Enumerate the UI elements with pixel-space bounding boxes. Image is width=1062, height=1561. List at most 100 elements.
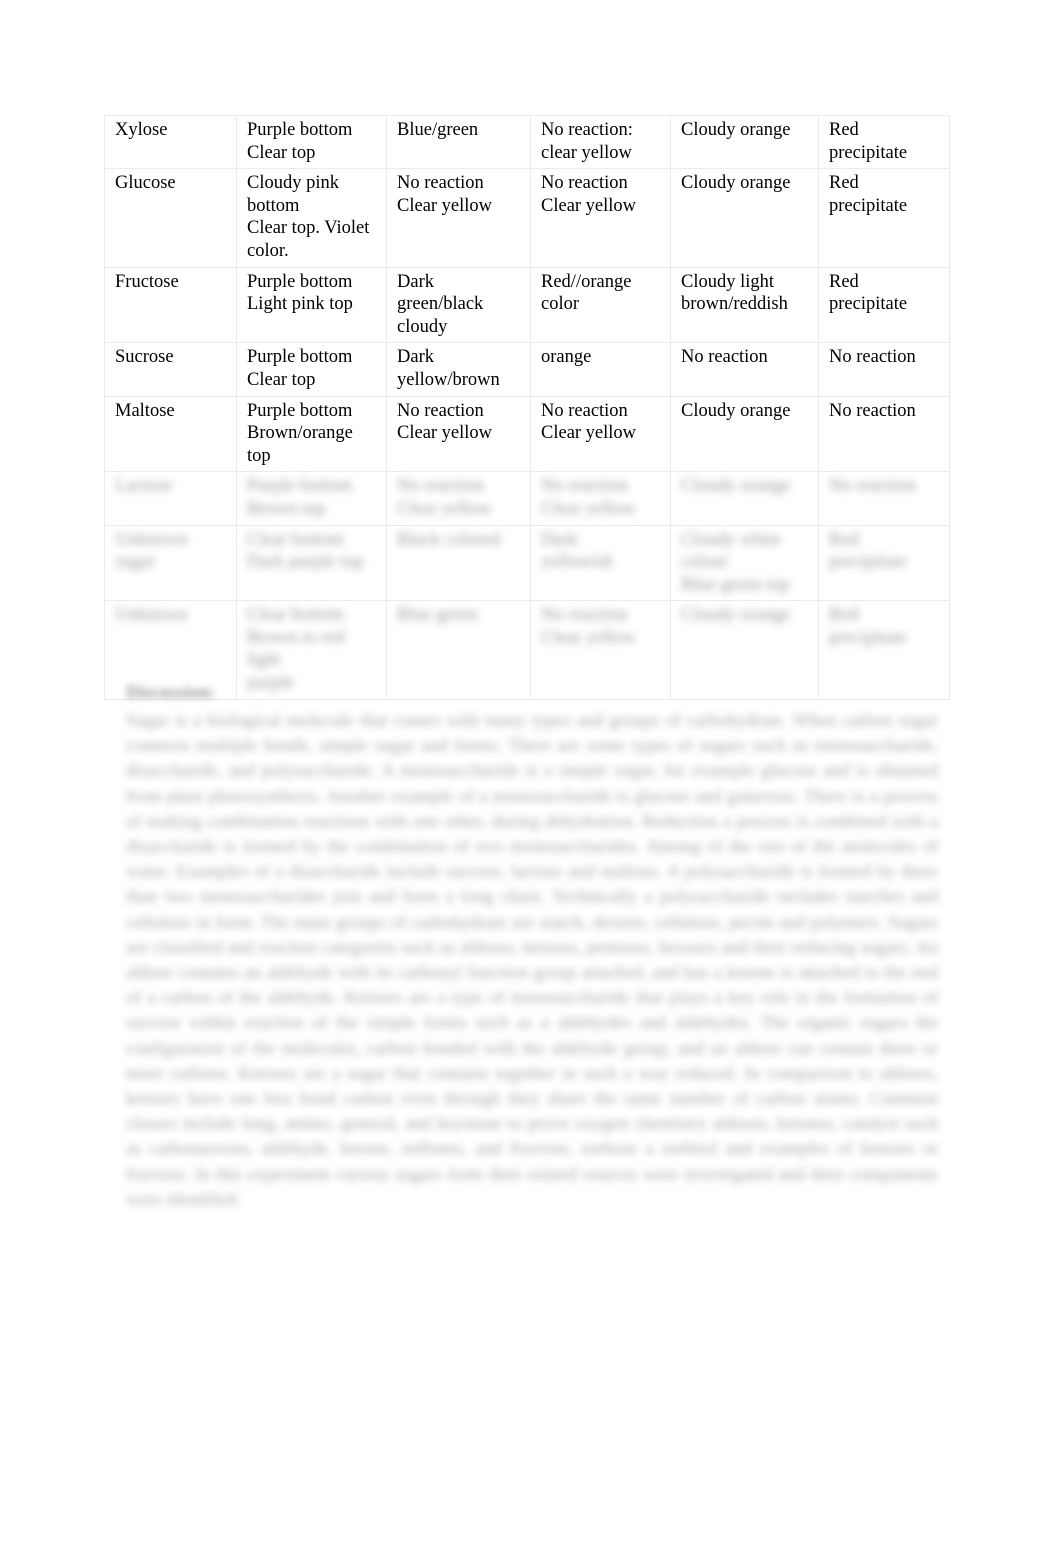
- table-cell-result: No reaction Clear yellow: [386, 471, 531, 526]
- cell-line: color: [541, 294, 580, 315]
- cell-line: Purple bottom: [247, 347, 353, 368]
- table-cell-result: Purple bottom Light pink top: [236, 266, 387, 344]
- cell-line: precipitate: [829, 627, 908, 648]
- table-cell-result: Dark green/black cloudy: [386, 266, 531, 344]
- cell-line: No reaction: [397, 400, 484, 421]
- cell-line: Clear yellow: [541, 195, 637, 216]
- cell-line: Xylose: [115, 120, 168, 140]
- table-cell-result: No reaction: [818, 342, 950, 397]
- table-cell-result: No reaction Clear yellow: [530, 168, 671, 268]
- cell-line: Clear yellow: [397, 195, 493, 216]
- cell-line: Light pink top: [247, 294, 353, 315]
- cell-line: precipitate: [829, 552, 908, 573]
- table-cell-result: Purple bottom Clear top: [236, 114, 387, 170]
- cell-line: No reaction: [681, 347, 768, 368]
- table-cell-result: Blue/green: [386, 114, 531, 170]
- table-cell-result: orange: [530, 342, 671, 397]
- table-cell-result: Red//orange color: [530, 266, 671, 344]
- cell-line: Dark: [541, 529, 578, 550]
- table-cell-result: Cloudy orange: [670, 114, 819, 170]
- table-cell-sugar-name: Lactose: [104, 471, 237, 526]
- cell-line: Cloudy orange: [681, 400, 791, 421]
- cell-line: Red: [829, 605, 859, 626]
- discussion-body-text: Sugar is a biological molecule that come…: [126, 710, 938, 1209]
- cell-line: Cloudy orange: [681, 120, 791, 140]
- cell-line: Red//orange: [541, 271, 632, 292]
- cell-line: No reaction: [829, 347, 916, 368]
- table-row: Sucrose Purple bottom Clear top Dark yellow/…: [104, 342, 950, 397]
- cell-line: precipitate: [829, 294, 908, 315]
- cell-line: Blue green: [397, 605, 478, 626]
- table-body: Xylose Purple bottom Clear top Blue/green No…: [104, 114, 950, 700]
- table-cell-result: No reaction: [670, 342, 819, 397]
- cell-line: Clear yellow: [397, 423, 493, 444]
- cell-line: No reaction: [541, 173, 628, 194]
- cell-line: Unknown: [115, 605, 188, 626]
- cell-line: yellow/brown: [397, 369, 500, 390]
- cell-line: precipitate: [829, 142, 908, 163]
- cell-line: No reaction: [829, 476, 916, 497]
- cell-line: No reaction:: [541, 120, 633, 140]
- table-cell-result: Purple bottom Clear top: [236, 342, 387, 397]
- cell-line: Red: [829, 173, 859, 194]
- table-row: Lactose Purple bottom Brown top No reaction…: [104, 471, 950, 526]
- table-cell-result: Cloudy pink bottom Clear top. Violet color.: [236, 168, 387, 268]
- cell-line: Cloudy white: [681, 529, 782, 550]
- cell-line: Blue/green: [397, 120, 479, 140]
- cell-line: Unknown: [115, 529, 188, 550]
- cell-line: Clear yellow: [397, 498, 493, 519]
- cell-line: Clear yellow: [541, 498, 637, 519]
- cell-line: Cloudy orange: [681, 476, 791, 497]
- cell-line: Purple bottom: [247, 400, 353, 421]
- cell-line: No reaction: [829, 400, 916, 421]
- cell-line: color.: [247, 240, 289, 261]
- table-cell-sugar-name: Sucrose: [104, 342, 237, 397]
- cell-line: Purple bottom: [247, 476, 353, 497]
- table-cell-result: No reaction: [818, 471, 950, 526]
- table-cell-sugar-name: Glucose: [104, 168, 237, 268]
- cell-line: Dark: [397, 271, 434, 292]
- cell-line: Cloudy orange: [681, 605, 791, 626]
- table-cell-result: No reaction Clear yellow: [386, 168, 531, 268]
- document-page: Xylose Purple bottom Clear top Blue/green No…: [0, 0, 1062, 1561]
- cell-line: Brown to red light: [247, 627, 345, 671]
- cell-line: cloudy: [397, 316, 448, 337]
- cell-line: Clear yellow: [541, 627, 637, 648]
- cell-line: precipitate: [829, 195, 908, 216]
- cell-line: orange: [541, 347, 592, 368]
- cell-line: Red: [829, 120, 859, 140]
- cell-line: Blue green top: [681, 574, 790, 595]
- cell-line: No reaction: [541, 476, 628, 497]
- cell-line: Clear top. Violet: [247, 218, 370, 239]
- cell-line: clear yellow: [541, 142, 632, 163]
- cell-line: Glucose: [115, 173, 176, 194]
- carbohydrate-test-results-table: Xylose Purple bottom Clear top Blue/green No…: [104, 114, 950, 700]
- table-cell-result: Clear bottom Dark purple top: [236, 524, 387, 602]
- cell-line: Maltose: [115, 400, 175, 421]
- cell-line: brown/reddish: [681, 294, 788, 315]
- cell-line: Dark purple top: [247, 552, 365, 573]
- cell-line: No reaction: [397, 476, 484, 497]
- cell-line: Clear top: [247, 142, 316, 163]
- cell-line: sugar: [115, 552, 156, 573]
- table-cell-sugar-name: Maltose: [104, 395, 237, 473]
- table-cell-result: No reaction: [818, 395, 950, 473]
- discussion-section: Discussion: Sugar is a biological molecu…: [126, 682, 938, 1212]
- cell-line: No reaction: [541, 400, 628, 421]
- cell-line: bottom: [247, 195, 300, 216]
- cell-line: Red: [829, 529, 859, 550]
- table-cell-result: Red precipitate: [818, 114, 950, 170]
- cell-line: Clear bottom: [247, 529, 345, 550]
- cell-line: Clear yellow: [541, 423, 637, 444]
- cell-line: No reaction: [541, 605, 628, 626]
- discussion-heading: Discussion:: [126, 683, 216, 703]
- cell-line: Cloudy pink: [247, 173, 339, 194]
- table-row: Maltose Purple bottom Brown/orange top No re…: [104, 395, 950, 473]
- table-cell-result: Dark yellow/brown: [386, 342, 531, 397]
- table-cell-result: Black colored: [386, 524, 531, 602]
- cell-line: Black colored: [397, 529, 501, 550]
- table-cell-result: Red precipitate: [818, 266, 950, 344]
- cell-line: Clear bottom: [247, 605, 345, 626]
- table-cell-result: Purple bottom Brown top: [236, 471, 387, 526]
- cell-line: yellowish: [541, 552, 613, 573]
